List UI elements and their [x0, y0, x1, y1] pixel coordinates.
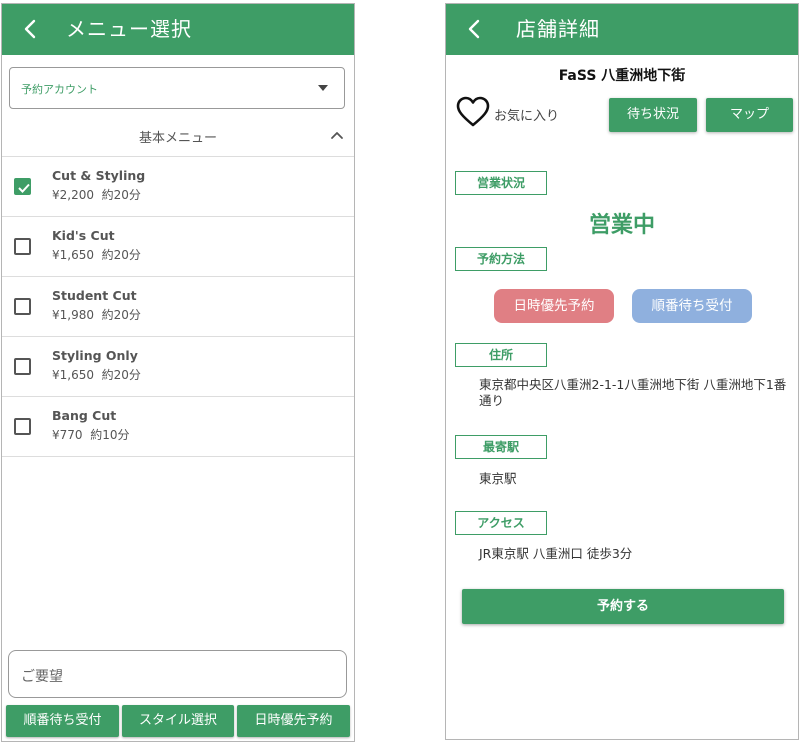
- menu-item-duration: 約20分: [101, 188, 141, 202]
- menu-checkbox[interactable]: [14, 238, 31, 255]
- menu-item-price: ¥770: [52, 428, 83, 442]
- page-title: 店舗詳細: [516, 17, 600, 41]
- checkmark-icon: [18, 183, 30, 193]
- request-input[interactable]: ご要望: [8, 650, 347, 698]
- queue-reception-pill[interactable]: 順番待ち受付: [632, 289, 752, 323]
- back-arrow-icon[interactable]: [464, 18, 486, 40]
- favorite-label: お気に入り: [494, 109, 560, 124]
- business-status-value: 営業中: [588, 213, 655, 238]
- menu-selection-screen: メニュー選択 予約アカウント 基本メニュー Cut & Styling ¥2,2…: [1, 3, 355, 742]
- menu-item-duration: 約20分: [101, 368, 141, 382]
- menu-checkbox[interactable]: [14, 418, 31, 435]
- menu-item-price-duration: ¥2,200 約20分: [52, 186, 141, 203]
- style-select-button[interactable]: スタイル選択: [122, 705, 234, 737]
- date-priority-reservation-button[interactable]: 日時優先予約: [237, 705, 350, 737]
- menu-checkbox[interactable]: [14, 178, 31, 195]
- menu-item-name: Styling Only: [52, 348, 138, 363]
- menu-checkbox[interactable]: [14, 298, 31, 315]
- request-input-placeholder: ご要望: [21, 669, 63, 685]
- menu-item-duration: 約10分: [90, 428, 130, 442]
- menu-item-duration: 約20分: [101, 248, 141, 262]
- map-button[interactable]: マップ: [706, 98, 793, 132]
- menu-item-price: ¥1,650: [52, 248, 94, 262]
- basic-menu-section-header[interactable]: 基本メニュー: [2, 116, 354, 157]
- menu-item-name: Cut & Styling: [52, 168, 146, 183]
- menu-item-price: ¥1,650: [52, 368, 94, 382]
- section-title: 基本メニュー: [138, 131, 217, 146]
- reserve-button[interactable]: 予約する: [462, 589, 784, 624]
- heart-icon[interactable]: [456, 96, 490, 128]
- menu-item-price: ¥2,200: [52, 188, 94, 202]
- access-label: アクセス: [455, 511, 547, 535]
- queue-reception-button[interactable]: 順番待ち受付: [6, 705, 119, 737]
- menu-list: Cut & Styling ¥2,200 約20分 Kid's Cut ¥1,6…: [2, 157, 354, 457]
- menu-item-name: Bang Cut: [52, 408, 117, 423]
- app-header: メニュー選択: [2, 4, 354, 55]
- bottom-action-bar: 順番待ち受付 スタイル選択 日時優先予約: [6, 705, 350, 737]
- menu-item-bang-cut[interactable]: Bang Cut ¥770 約10分: [2, 397, 354, 457]
- back-arrow-icon[interactable]: [20, 18, 42, 40]
- chevron-up-icon[interactable]: [330, 130, 344, 140]
- dropdown-caret-icon: [318, 85, 328, 91]
- menu-item-kids-cut[interactable]: Kid's Cut ¥1,650 約20分: [2, 217, 354, 277]
- page-title: メニュー選択: [66, 17, 192, 41]
- shop-name: FaSS 八重洲地下街: [558, 68, 686, 84]
- address-value: 東京都中央区八重洲2-1-1八重洲地下街 八重洲地下1番通り: [479, 377, 787, 408]
- menu-item-name: Student Cut: [52, 288, 137, 303]
- menu-item-cut-styling[interactable]: Cut & Styling ¥2,200 約20分: [2, 157, 354, 217]
- menu-item-price-duration: ¥770 約10分: [52, 426, 129, 443]
- menu-item-name: Kid's Cut: [52, 228, 115, 243]
- access-value: JR東京駅 八重洲口 徒歩3分: [479, 546, 633, 561]
- menu-item-styling-only[interactable]: Styling Only ¥1,650 約20分: [2, 337, 354, 397]
- date-priority-reservation-pill[interactable]: 日時優先予約: [494, 289, 614, 323]
- account-select-label: 予約アカウント: [21, 83, 98, 96]
- address-label: 住所: [455, 343, 547, 367]
- nearest-station-label: 最寄駅: [455, 435, 547, 459]
- business-status-label: 営業状況: [455, 171, 547, 195]
- nearest-station-value: 東京駅: [479, 471, 517, 486]
- menu-item-price-duration: ¥1,650 約20分: [52, 366, 141, 383]
- menu-item-duration: 約20分: [101, 308, 141, 322]
- wait-status-button[interactable]: 待ち状況: [609, 98, 697, 132]
- menu-item-student-cut[interactable]: Student Cut ¥1,980 約20分: [2, 277, 354, 337]
- menu-item-price-duration: ¥1,650 約20分: [52, 246, 141, 263]
- menu-item-price-duration: ¥1,980 約20分: [52, 306, 141, 323]
- reservation-method-label: 予約方法: [455, 247, 547, 271]
- store-details-screen: 店舗詳細 FaSS 八重洲地下街 お気に入り 待ち状況 マップ 営業状況 営業中…: [445, 3, 799, 740]
- menu-checkbox[interactable]: [14, 358, 31, 375]
- menu-item-price: ¥1,980: [52, 308, 94, 322]
- reservation-account-select[interactable]: 予約アカウント: [9, 67, 345, 109]
- app-header: 店舗詳細: [446, 4, 798, 55]
